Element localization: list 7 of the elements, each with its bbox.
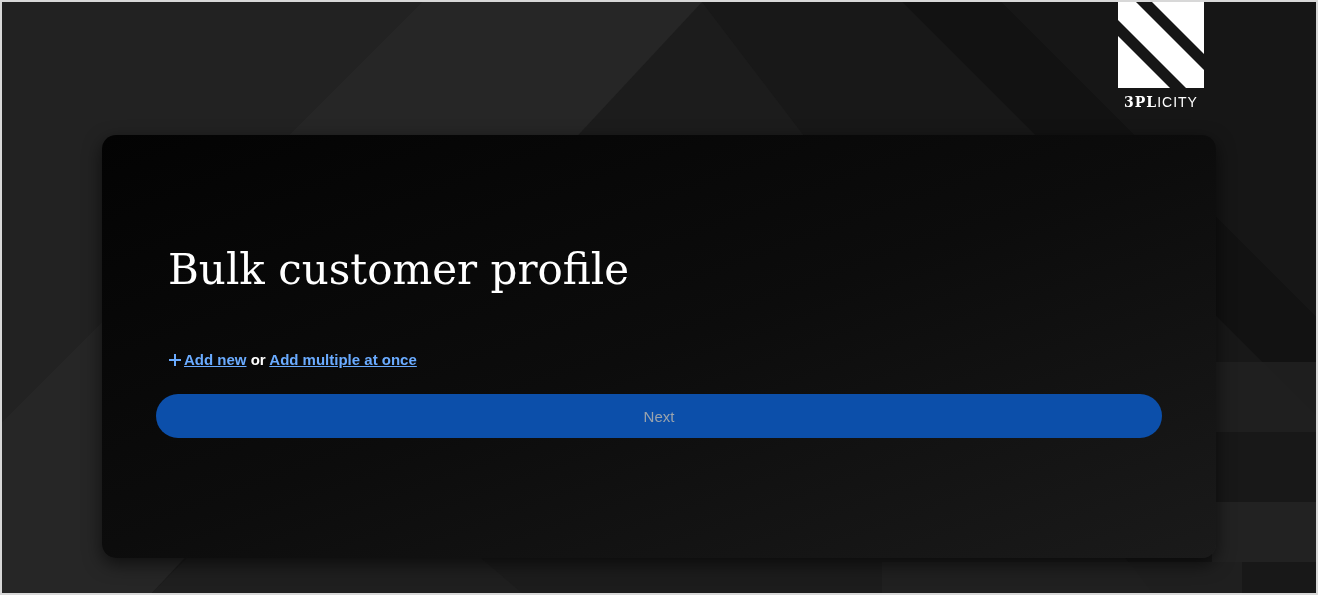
plus-icon <box>168 352 182 367</box>
logo-icon <box>1118 2 1204 88</box>
add-new-link[interactable]: Add new <box>184 351 247 369</box>
add-options-text: Add new or Add multiple at once <box>184 351 417 369</box>
page-title: Bulk customer profile <box>168 247 630 294</box>
logo-text: 3PLICITY <box>1124 94 1198 110</box>
add-multiple-link[interactable]: Add multiple at once <box>269 351 417 369</box>
